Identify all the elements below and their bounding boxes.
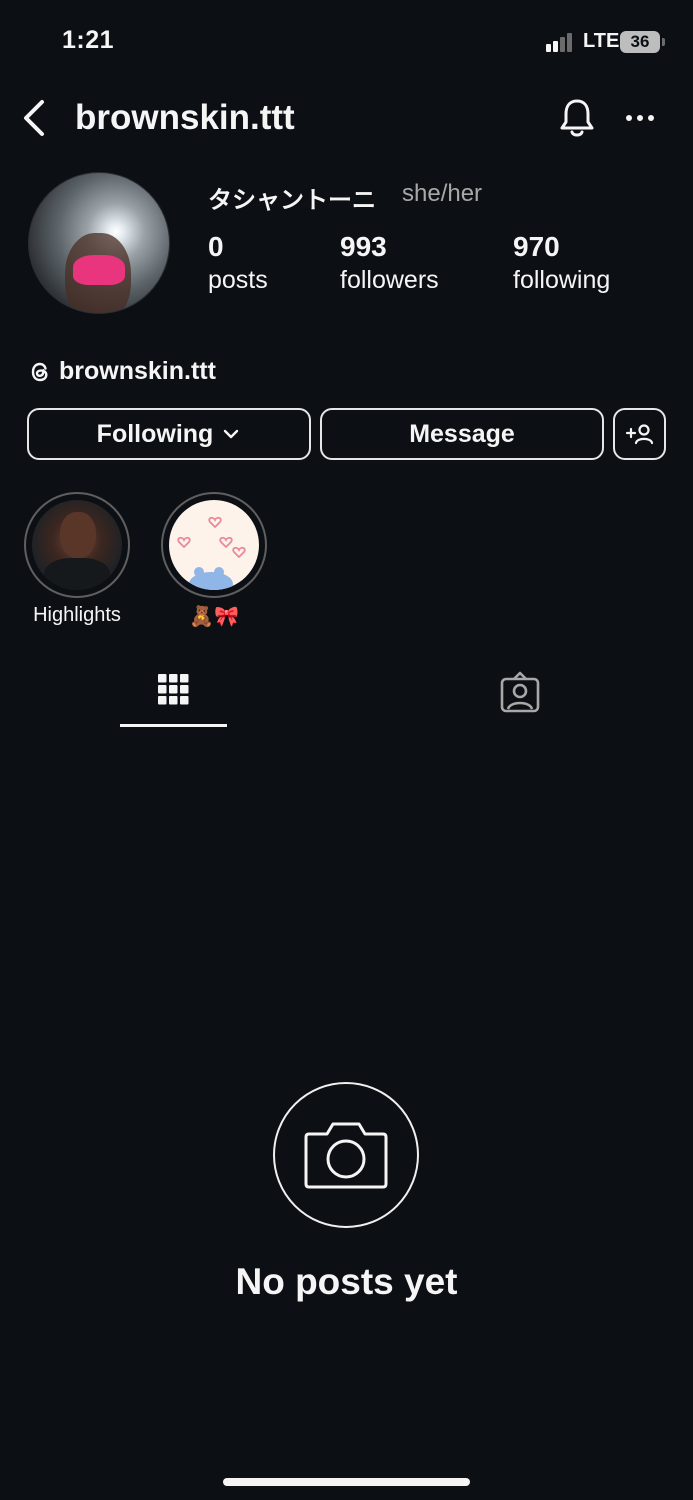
- add-person-icon: [625, 424, 653, 445]
- following-count[interactable]: 970: [513, 231, 560, 263]
- posts-label: posts: [208, 266, 268, 294]
- threads-handle[interactable]: brownskin.ttt: [59, 357, 216, 386]
- display-name: タシャントーニ: [208, 187, 376, 214]
- highlight-1[interactable]: [24, 492, 130, 598]
- status-time: 1:21: [62, 26, 115, 54]
- grid-icon: [158, 674, 189, 705]
- active-tab-indicator: [120, 724, 227, 727]
- chevron-down-icon: [224, 429, 239, 439]
- signal-strength-icon: [546, 32, 578, 52]
- avatar[interactable]: [28, 172, 170, 314]
- battery-tip: [662, 38, 665, 46]
- posts-count: 0: [208, 231, 224, 262]
- profile-screen: 1:21 LTE 36 brownskin.ttt タシャントーニ she/he…: [0, 0, 693, 1500]
- following-button-label: Following: [96, 419, 214, 448]
- threads-icon[interactable]: [28, 360, 52, 384]
- home-indicator[interactable]: [223, 1478, 470, 1486]
- tab-tagged[interactable]: [490, 665, 550, 725]
- network-type: LTE: [583, 30, 620, 52]
- camera-icon: [304, 1122, 388, 1189]
- highlight-1-shoulders: [44, 558, 110, 590]
- highlight-2[interactable]: [161, 492, 267, 598]
- empty-state-camera-circle: [273, 1082, 419, 1228]
- bell-icon[interactable]: [558, 97, 596, 139]
- highlight-1-face: [60, 512, 96, 558]
- followers-label[interactable]: followers: [340, 266, 439, 295]
- pronouns: she/her: [402, 180, 483, 207]
- more-options-icon[interactable]: [624, 104, 656, 132]
- message-button-label: Message: [409, 419, 515, 448]
- followers-count[interactable]: 993: [340, 231, 387, 263]
- highlight-1-label: Highlights: [33, 604, 121, 626]
- highlight-1-cover: [32, 500, 122, 590]
- message-button[interactable]: Message: [320, 408, 604, 460]
- hearts-bear-icon: [177, 516, 246, 590]
- battery-icon: 36: [620, 31, 660, 53]
- avatar-figure-top: [73, 255, 125, 285]
- header-username: brownskin.ttt: [75, 98, 295, 137]
- highlight-2-cover: [169, 500, 259, 590]
- following-button[interactable]: Following: [27, 408, 311, 460]
- empty-state-text: No posts yet: [235, 1261, 458, 1302]
- suggested-accounts-button[interactable]: [613, 408, 666, 460]
- tab-posts-grid[interactable]: [120, 665, 227, 725]
- tagged-icon: [500, 671, 540, 713]
- following-label[interactable]: following: [513, 266, 610, 295]
- back-icon[interactable]: [20, 98, 48, 138]
- highlight-2-label: 🧸🎀: [189, 606, 239, 628]
